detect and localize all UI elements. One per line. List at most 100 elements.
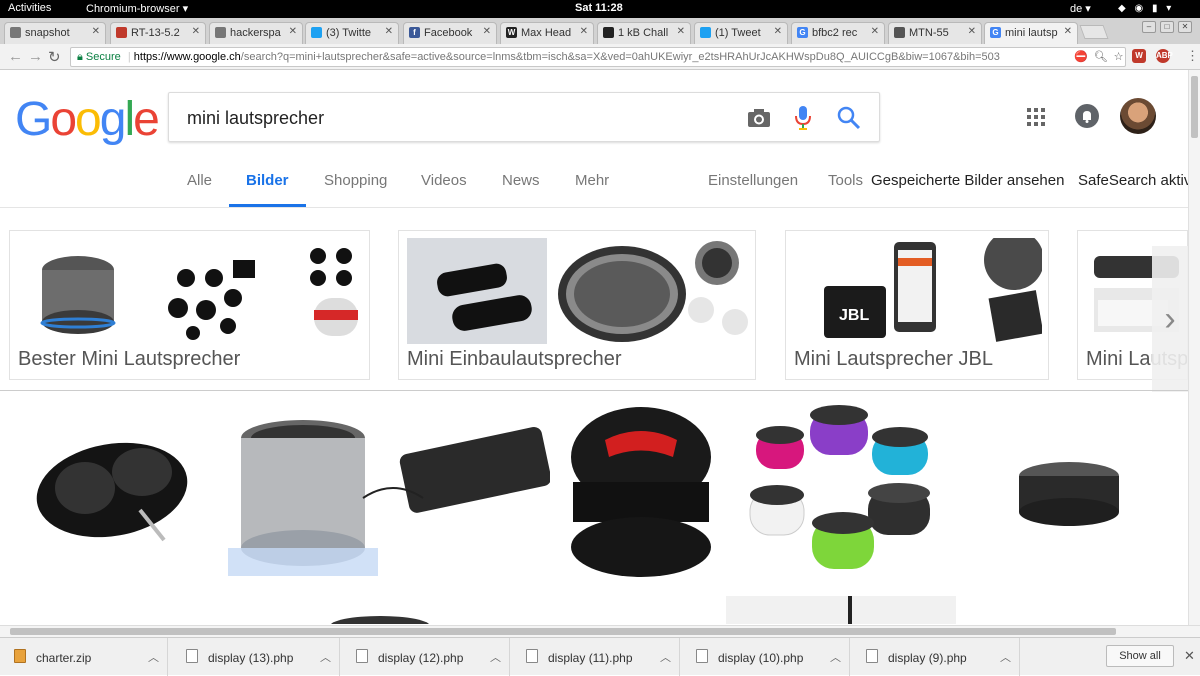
system-tray-icons[interactable]: ◆ ◉ ▮ ▾ [1118,3,1174,14]
chevron-up-icon[interactable]: ︿ [148,649,159,665]
activities-button[interactable]: Activities [8,2,51,14]
tab-close-icon[interactable]: ✕ [92,26,100,37]
tab-title: (1) Tweet [715,27,761,39]
notifications-bell-icon[interactable] [1075,104,1099,128]
account-avatar[interactable] [1120,98,1156,134]
browser-tab[interactable]: 1 kB Chall ✕ [597,22,691,44]
scrollbar-thumb[interactable] [10,628,1116,635]
camera-icon[interactable] [747,107,771,129]
related-search-card[interactable]: Bester Mini Lautsprecher [9,230,370,380]
close-icon[interactable]: ✕ [1184,648,1195,664]
search-input[interactable]: mini lautsprecher [168,92,880,142]
url-host: https://www.google.ch [133,51,241,63]
forward-arrow-icon[interactable]: → [28,48,43,65]
tools-link[interactable]: Tools [828,172,863,189]
tab-alle[interactable]: Alle [187,172,212,189]
browser-tab[interactable]: W Max Head ✕ [500,22,594,44]
download-item[interactable]: display (10).php ︿ [682,638,850,676]
minimize-window-button[interactable]: – [1142,21,1156,33]
download-item[interactable]: display (11).php ︿ [512,638,680,676]
back-arrow-icon[interactable]: ← [8,48,23,65]
tab-close-icon[interactable]: ✕ [968,26,976,37]
tab-close-icon[interactable]: ✕ [871,26,879,37]
browser-tab[interactable]: f Facebook ✕ [403,22,497,44]
search-icon[interactable] [837,106,861,130]
tab-news[interactable]: News [502,172,540,189]
chevron-up-icon[interactable]: ︿ [660,649,671,665]
related-search-card[interactable]: JBL Mini Lautsprecher JBL [785,230,1049,380]
keyboard-layout-indicator[interactable]: de ▾ [1070,2,1091,15]
tab-close-icon[interactable]: ✕ [1064,26,1072,37]
tab-close-icon[interactable]: ✕ [774,26,782,37]
download-item[interactable]: display (12).php ︿ [342,638,510,676]
tab-close-icon[interactable]: ✕ [192,26,200,37]
browser-tab[interactable]: RT-13-5.2 ✕ [110,22,206,44]
tab-close-icon[interactable]: ✕ [385,26,393,37]
tab-videos[interactable]: Videos [421,172,467,189]
saved-images-link[interactable]: Gespeicherte Bilder ansehen [871,172,1064,189]
image-result[interactable] [565,402,720,580]
tab-title: (3) Twitte [326,27,372,39]
file-icon [866,649,878,663]
apps-grid-icon[interactable] [1027,108,1045,126]
browser-tab[interactable]: (3) Twitte ✕ [305,22,399,44]
image-result[interactable] [748,405,960,573]
download-item[interactable]: display (9).php ︿ [852,638,1020,676]
adblock-icon[interactable]: ABP [1156,49,1173,63]
browser-tab[interactable]: hackerspa ✕ [209,22,303,44]
extension-icon[interactable]: W [1132,49,1146,63]
image-result-partial[interactable] [726,596,956,624]
image-result[interactable] [30,430,200,545]
show-all-downloads-button[interactable]: Show all [1106,645,1174,667]
download-item[interactable]: display (13).php ︿ [172,638,340,676]
chevron-up-icon[interactable]: ︿ [490,649,501,665]
tab-close-icon[interactable]: ✕ [677,26,685,37]
tab-mehr[interactable]: Mehr [575,172,609,189]
new-tab-button[interactable] [1079,25,1109,39]
tab-shopping[interactable]: Shopping [324,172,387,189]
search-query[interactable]: mini lautsprecher [187,108,324,129]
image-result[interactable] [1010,458,1128,530]
tab-close-icon[interactable]: ✕ [580,26,588,37]
settings-link[interactable]: Einstellungen [708,172,798,189]
download-filename: charter.zip [36,651,92,665]
chevron-up-icon[interactable]: ︿ [320,649,331,665]
omnibox-action-icons[interactable]: ⛔🔍︎☆ [1074,50,1130,63]
tab-close-icon[interactable]: ✕ [483,26,491,37]
reload-icon[interactable]: ↻ [48,48,61,66]
horizontal-scrollbar[interactable] [0,625,1200,637]
url-path: /search?q=mini+lautsprecher&safe=active&… [240,51,1000,63]
image-result[interactable] [218,408,550,578]
browser-tab[interactable]: MTN-55 ✕ [888,22,982,44]
vertical-scrollbar[interactable] [1188,70,1200,625]
svg-text:JBL: JBL [839,307,869,324]
related-search-label: Mini Einbaulautsprecher [407,348,622,370]
browser-menu-icon[interactable]: ⋮ [1186,48,1199,64]
maximize-window-button[interactable]: □ [1160,21,1174,33]
browser-tab-active[interactable]: G mini lautsp ✕ [984,22,1078,45]
clock[interactable]: Sat 11:28 [575,2,623,14]
browser-tab[interactable]: G bfbc2 rec ✕ [791,22,885,44]
google-logo[interactable]: Google [15,92,160,147]
tab-title: RT-13-5.2 [131,27,180,39]
app-menu[interactable]: Chromium-browser ▾ [86,2,188,15]
logo-letter: o [75,93,102,146]
download-filename: display (13).php [208,651,294,665]
next-arrow-icon[interactable]: › [1152,246,1188,392]
related-search-card[interactable]: Mini Einbaulautsprecher [398,230,756,380]
browser-tab[interactable]: snapshot ✕ [4,22,106,44]
tab-bilder[interactable]: Bilder [246,172,289,189]
file-icon [696,649,708,663]
download-item[interactable]: charter.zip ︿ [0,638,168,676]
microphone-icon[interactable] [795,105,811,131]
browser-tab[interactable]: (1) Tweet ✕ [694,22,788,44]
close-window-button[interactable]: ✕ [1178,21,1192,33]
chevron-up-icon[interactable]: ︿ [830,649,841,665]
scrollbar-thumb[interactable] [1191,76,1198,138]
image-result-partial[interactable] [330,596,430,624]
safesearch-status[interactable]: SafeSearch aktiv [1078,172,1188,189]
chevron-up-icon[interactable]: ︿ [1000,649,1011,665]
tab-favicon-icon [10,27,21,38]
address-bar[interactable]: 🔒︎ Secure | https://www.google.ch/search… [70,47,1126,67]
tab-close-icon[interactable]: ✕ [289,26,297,37]
